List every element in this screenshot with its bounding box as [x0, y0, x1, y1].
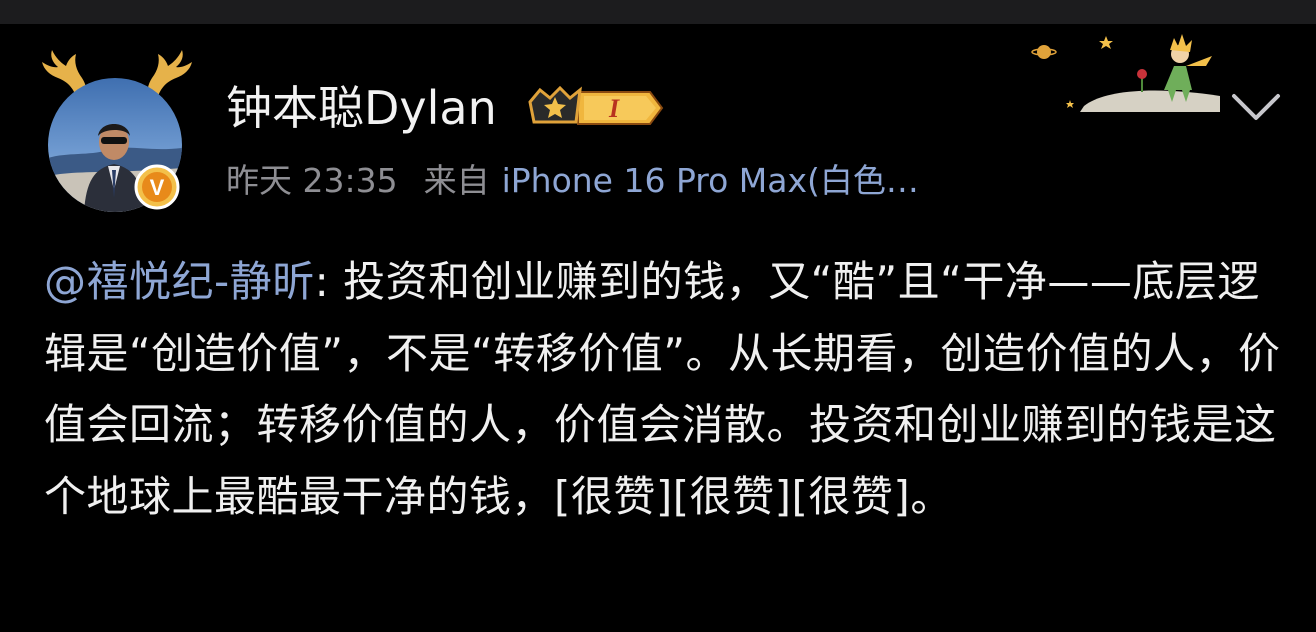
post-source-prefix: 来自 — [423, 161, 490, 200]
post-body-text: @禧悦纪-静昕: 投资和创业赚到的钱，又“酷”且“干净——底层逻辑是“创造价值”… — [44, 246, 1284, 532]
post-meta: 昨天 23:35 来自 iPhone 16 Pro Max(白色… — [226, 156, 919, 206]
svg-text:I: I — [608, 94, 620, 123]
verified-v-icon: V — [134, 164, 180, 210]
mention-link[interactable]: @禧悦纪-静昕 — [44, 257, 315, 306]
post-timestamp: 昨天 23:35 — [226, 161, 398, 200]
svg-text:V: V — [150, 175, 165, 200]
crown-rank-icon[interactable]: I — [526, 82, 664, 134]
author-avatar-group[interactable]: V — [36, 48, 196, 218]
author-name[interactable]: 钟本聪Dylan — [226, 78, 497, 138]
chevron-down-icon[interactable] — [1226, 86, 1286, 126]
weibo-post-screen: V 钟本聪Dylan I 昨天 23:35 来自 iPhone 16 Pro Max… — [0, 0, 1316, 632]
post-source-device[interactable]: iPhone 16 Pro Max(白色… — [502, 156, 919, 206]
top-bar-strip — [0, 0, 1316, 24]
little-prince-decoration — [1031, 34, 1220, 112]
